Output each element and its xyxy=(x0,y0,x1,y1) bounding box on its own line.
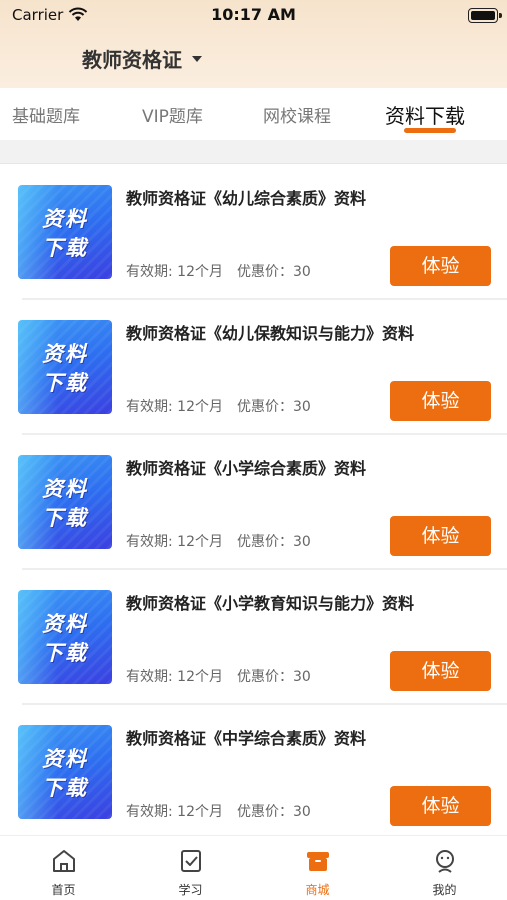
list-item[interactable]: 资料 下载 教师资格证《幼儿综合素质》资料 有效期: 12个月 优惠价：30 体验 xyxy=(0,165,507,300)
tab-material-download[interactable]: 资料下载 xyxy=(385,100,465,129)
tab-home-label: 首页 xyxy=(51,883,76,897)
exam-category-selector[interactable]: 教师资格证 xyxy=(82,44,202,73)
try-button[interactable]: 体验 xyxy=(390,381,491,421)
chevron-down-icon xyxy=(192,55,202,62)
try-button[interactable]: 体验 xyxy=(390,786,491,826)
item-title: 教师资格证《中学综合素质》资料 xyxy=(126,729,367,748)
item-price: 优惠价：30 xyxy=(236,669,311,685)
tab-study[interactable]: 学习 xyxy=(127,836,254,900)
profile-icon xyxy=(435,850,454,873)
list-item[interactable]: 资料 下载 教师资格证《小学教育知识与能力》资料 有效期: 12个月 优惠价：30… xyxy=(0,570,507,705)
section-divider xyxy=(0,140,507,164)
thumbnail-line1: 资料 xyxy=(42,477,88,501)
tab-profile-label: 我的 xyxy=(432,883,457,897)
item-meta: 有效期: 12个月 优惠价：30 xyxy=(126,666,311,686)
thumbnail-line1: 资料 xyxy=(42,207,88,231)
tab-vip-questions[interactable]: VIP题库 xyxy=(142,102,203,127)
battery-icon xyxy=(468,8,502,23)
list-item[interactable]: 资料 下载 教师资格证《幼儿保教知识与能力》资料 有效期: 12个月 优惠价：30… xyxy=(0,300,507,435)
material-thumbnail: 资料 下载 xyxy=(18,320,112,414)
tab-store-label: 商城 xyxy=(305,883,330,897)
item-price: 优惠价：30 xyxy=(236,534,311,550)
item-price: 优惠价：30 xyxy=(236,264,311,280)
tab-home[interactable]: 首页 xyxy=(0,836,127,900)
thumbnail-line1: 资料 xyxy=(42,747,88,771)
clock: 10:17 AM xyxy=(211,5,296,24)
item-validity: 有效期: 12个月 xyxy=(126,534,223,550)
item-validity: 有效期: 12个月 xyxy=(126,804,223,820)
exam-category-label: 教师资格证 xyxy=(82,48,182,72)
material-thumbnail: 资料 下载 xyxy=(18,590,112,684)
thumbnail-line2: 下载 xyxy=(42,506,88,530)
try-button[interactable]: 体验 xyxy=(390,516,491,556)
tab-profile[interactable]: 我的 xyxy=(381,836,507,900)
item-title: 教师资格证《幼儿保教知识与能力》资料 xyxy=(126,324,415,343)
item-title: 教师资格证《幼儿综合素质》资料 xyxy=(126,189,367,208)
item-meta: 有效期: 12个月 优惠价：30 xyxy=(126,801,311,821)
item-title: 教师资格证《小学教育知识与能力》资料 xyxy=(126,594,415,613)
item-validity: 有效期: 12个月 xyxy=(126,264,223,280)
material-thumbnail: 资料 下载 xyxy=(18,725,112,819)
store-icon xyxy=(306,852,329,871)
list-item[interactable]: 资料 下载 教师资格证《小学综合素质》资料 有效期: 12个月 优惠价：30 体验 xyxy=(0,435,507,570)
list-item[interactable]: 资料 下载 教师资格证《中学综合素质》资料 有效期: 12个月 优惠价：30 体验 xyxy=(0,705,507,835)
try-button[interactable]: 体验 xyxy=(390,246,491,286)
thumbnail-line2: 下载 xyxy=(42,776,88,800)
thumbnail-line2: 下载 xyxy=(42,371,88,395)
header: Carrier 10:17 AM 教师资格证 xyxy=(0,0,507,88)
item-price: 优惠价：30 xyxy=(236,399,311,415)
home-icon xyxy=(52,850,75,872)
item-validity: 有效期: 12个月 xyxy=(126,669,223,685)
tab-study-label: 学习 xyxy=(178,883,203,897)
item-validity: 有效期: 12个月 xyxy=(126,399,223,415)
item-title: 教师资格证《小学综合素质》资料 xyxy=(126,459,367,478)
material-thumbnail: 资料 下载 xyxy=(18,455,112,549)
category-tabs: 基础题库 VIP题库 网校课程 资料下载 xyxy=(0,88,507,140)
item-price: 优惠价：30 xyxy=(236,804,311,820)
material-list: 资料 下载 教师资格证《幼儿综合素质》资料 有效期: 12个月 优惠价：30 体验… xyxy=(0,165,507,835)
item-meta: 有效期: 12个月 优惠价：30 xyxy=(126,396,311,416)
item-meta: 有效期: 12个月 优惠价：30 xyxy=(126,261,311,281)
item-meta: 有效期: 12个月 优惠价：30 xyxy=(126,531,311,551)
thumbnail-line1: 资料 xyxy=(42,612,88,636)
try-button[interactable]: 体验 xyxy=(390,651,491,691)
material-thumbnail: 资料 下载 xyxy=(18,185,112,279)
bottom-tab-bar: 首页 学习 商城 我的 xyxy=(0,835,507,900)
status-bar: Carrier 10:17 AM xyxy=(0,0,507,30)
tab-online-courses[interactable]: 网校课程 xyxy=(263,102,331,127)
tab-basic-questions[interactable]: 基础题库 xyxy=(12,102,80,127)
thumbnail-line2: 下载 xyxy=(42,236,88,260)
tab-store[interactable]: 商城 xyxy=(254,836,381,900)
active-tab-indicator xyxy=(404,128,456,133)
thumbnail-line1: 资料 xyxy=(42,342,88,366)
study-icon xyxy=(180,850,201,872)
thumbnail-line2: 下载 xyxy=(42,641,88,665)
